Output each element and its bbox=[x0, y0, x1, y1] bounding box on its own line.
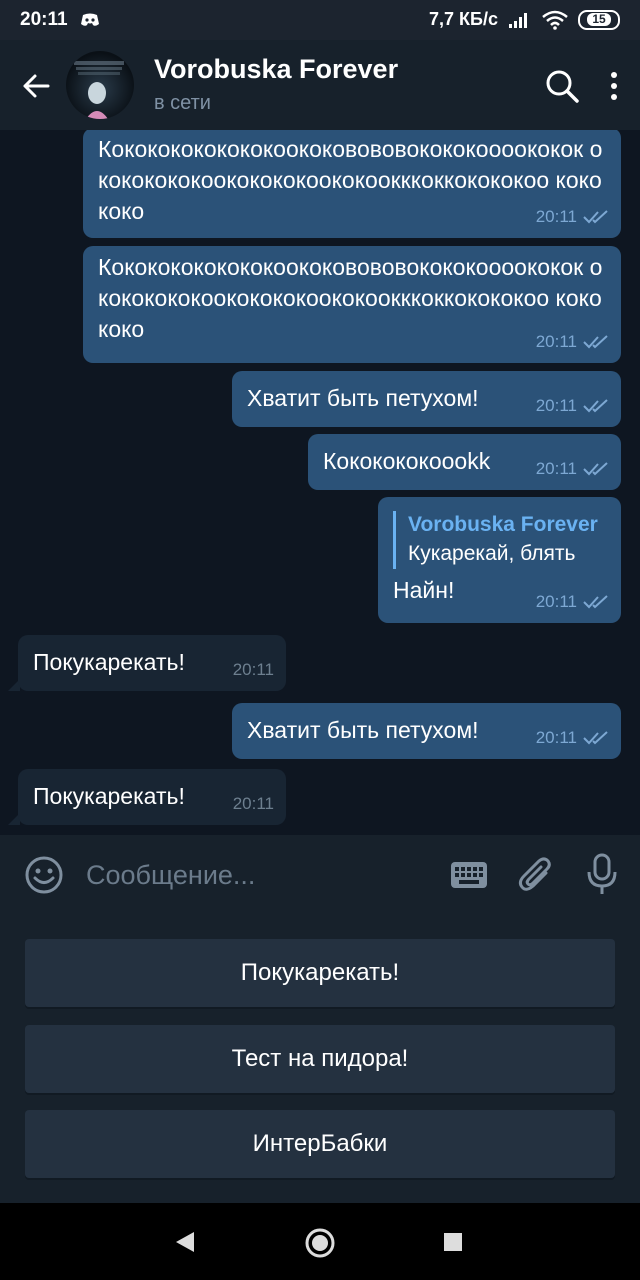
message-time: 20:11 bbox=[232, 794, 274, 813]
message-input[interactable] bbox=[84, 853, 438, 897]
discord-icon bbox=[80, 13, 99, 26]
message-time: 20:11 bbox=[535, 459, 577, 478]
bot-button-test[interactable]: Тест на пидора! bbox=[25, 1025, 615, 1093]
double-check-icon bbox=[583, 334, 608, 348]
message-time: 20:11 bbox=[535, 207, 577, 226]
double-check-icon bbox=[583, 209, 608, 223]
message-time: 20:11 bbox=[535, 396, 577, 415]
nav-back-icon[interactable] bbox=[174, 1231, 196, 1253]
battery-icon: 15 bbox=[578, 9, 620, 30]
message-bubble[interactable]: Хватит быть петухом! 20:11 bbox=[232, 703, 621, 759]
wifi-icon bbox=[542, 10, 568, 30]
message-bubble[interactable]: Кокококококококоококовововокококоооококо… bbox=[83, 130, 621, 238]
double-check-icon bbox=[583, 594, 608, 608]
reply-author: Vorobuska Forever bbox=[408, 513, 598, 536]
system-nav-bar bbox=[0, 1203, 640, 1280]
signal-icon bbox=[509, 12, 527, 28]
message-time: 20:11 bbox=[535, 332, 577, 351]
message-bubble[interactable]: Vorobuska Forever Кукарекай, блять Найн!… bbox=[378, 497, 621, 623]
double-check-icon bbox=[583, 461, 608, 475]
double-check-icon bbox=[583, 398, 608, 412]
message-list[interactable]: Кокококококококоококовововокококоооококо… bbox=[0, 130, 640, 835]
avatar[interactable] bbox=[66, 51, 134, 119]
bot-button-pokukarekat[interactable]: Покукарекать! bbox=[25, 939, 615, 1007]
message-time: 20:11 bbox=[535, 728, 577, 747]
back-arrow-icon[interactable] bbox=[20, 70, 52, 102]
emoji-icon[interactable] bbox=[24, 855, 64, 895]
search-icon[interactable] bbox=[544, 68, 580, 104]
status-time: 20:11 bbox=[20, 9, 68, 30]
bot-button-interbabki[interactable]: ИнтерБабки bbox=[25, 1110, 615, 1178]
message-bubble[interactable]: Покукарекать! 20:11 bbox=[18, 635, 286, 691]
status-bar: 20:11 7,7 КБ/с 15 bbox=[0, 0, 640, 40]
more-vertical-icon[interactable] bbox=[604, 68, 624, 104]
reply-preview[interactable]: Vorobuska Forever Кукарекай, блять bbox=[393, 511, 606, 569]
reply-text: Кукарекай, блять bbox=[408, 542, 576, 565]
message-composer bbox=[0, 835, 640, 913]
message-bubble[interactable]: Хватит быть петухом! 20:11 bbox=[232, 371, 621, 427]
online-status: в сети bbox=[154, 92, 211, 114]
message-text: Кокококококококоококовововокококоооококо… bbox=[98, 136, 603, 224]
message-time: 20:11 bbox=[535, 592, 577, 611]
attach-icon[interactable] bbox=[518, 855, 554, 895]
network-speed: 7,7 КБ/с bbox=[429, 9, 498, 29]
nav-recents-icon[interactable] bbox=[443, 1232, 463, 1252]
microphone-icon[interactable] bbox=[586, 853, 618, 895]
message-text: Кокококококококоококовововокококоооококо… bbox=[98, 254, 603, 342]
keyboard-icon[interactable] bbox=[450, 861, 488, 889]
double-check-icon bbox=[583, 730, 608, 744]
bot-keyboard: Покукарекать! Тест на пидора! ИнтерБабки bbox=[0, 913, 640, 1203]
chat-title[interactable]: Vorobuska Forever bbox=[154, 54, 398, 85]
message-time: 20:11 bbox=[232, 660, 274, 679]
battery-level: 15 bbox=[587, 13, 611, 26]
avatar-figure-icon bbox=[74, 61, 124, 119]
chat-header: Vorobuska Forever в сети bbox=[0, 40, 640, 130]
message-bubble[interactable]: Покукарекать! 20:11 bbox=[18, 769, 286, 825]
message-bubble[interactable]: Кококококоookk 20:11 bbox=[308, 434, 621, 490]
message-bubble[interactable]: Кокококококококоококовововокококоооококо… bbox=[83, 246, 621, 363]
nav-home-icon[interactable] bbox=[304, 1227, 336, 1259]
